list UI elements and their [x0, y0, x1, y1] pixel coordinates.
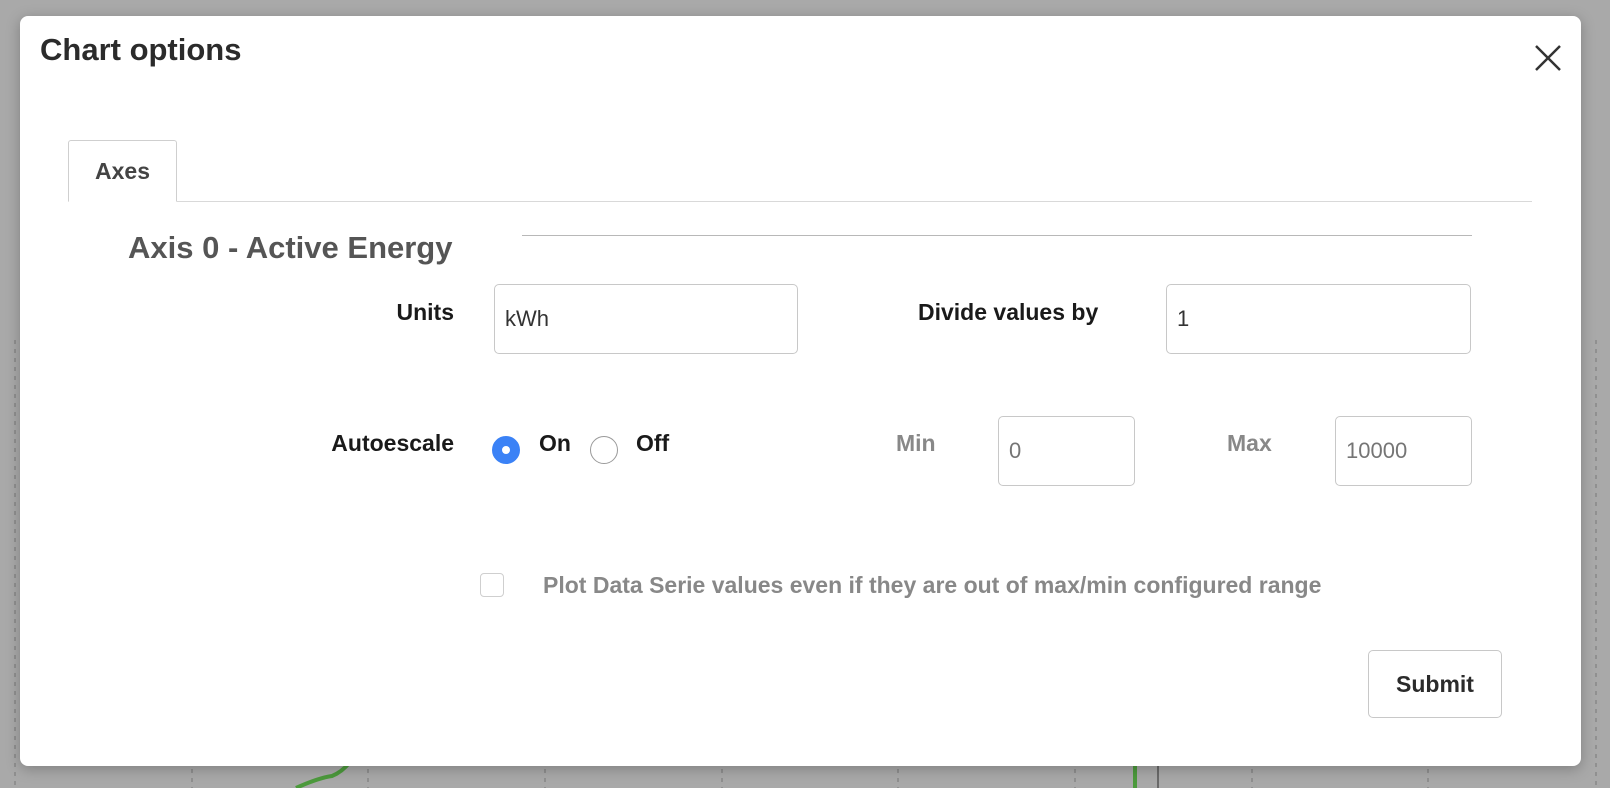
tab-axes[interactable]: Axes [68, 140, 177, 202]
divide-values-input[interactable] [1166, 284, 1471, 354]
section-divider [522, 235, 1472, 236]
autoescale-on-label: On [539, 430, 571, 456]
min-label: Min [896, 430, 936, 456]
axis-section-title: Axis 0 - Active Energy [128, 230, 453, 265]
tab-bar: Axes [68, 140, 1532, 202]
min-input[interactable] [998, 416, 1135, 486]
plot-out-of-range-checkbox[interactable] [480, 573, 504, 597]
divide-values-label: Divide values by [918, 299, 1099, 325]
dialog-title: Chart options [40, 32, 242, 67]
autoescale-label: Autoescale [331, 430, 454, 456]
close-icon [1535, 45, 1561, 71]
autoescale-on-radio[interactable] [492, 436, 520, 464]
plot-out-of-range-label: Plot Data Serie values even if they are … [543, 572, 1322, 598]
max-label: Max [1227, 430, 1272, 456]
submit-button[interactable]: Submit [1368, 650, 1502, 718]
chart-options-dialog: Chart options Axes Axis 0 - Active Energ… [20, 16, 1581, 766]
autoescale-off-radio[interactable] [590, 436, 618, 464]
units-input[interactable] [494, 284, 798, 354]
units-label: Units [396, 299, 455, 325]
close-button[interactable] [1520, 30, 1576, 86]
autoescale-off-label: Off [636, 430, 670, 456]
max-input[interactable] [1335, 416, 1472, 486]
